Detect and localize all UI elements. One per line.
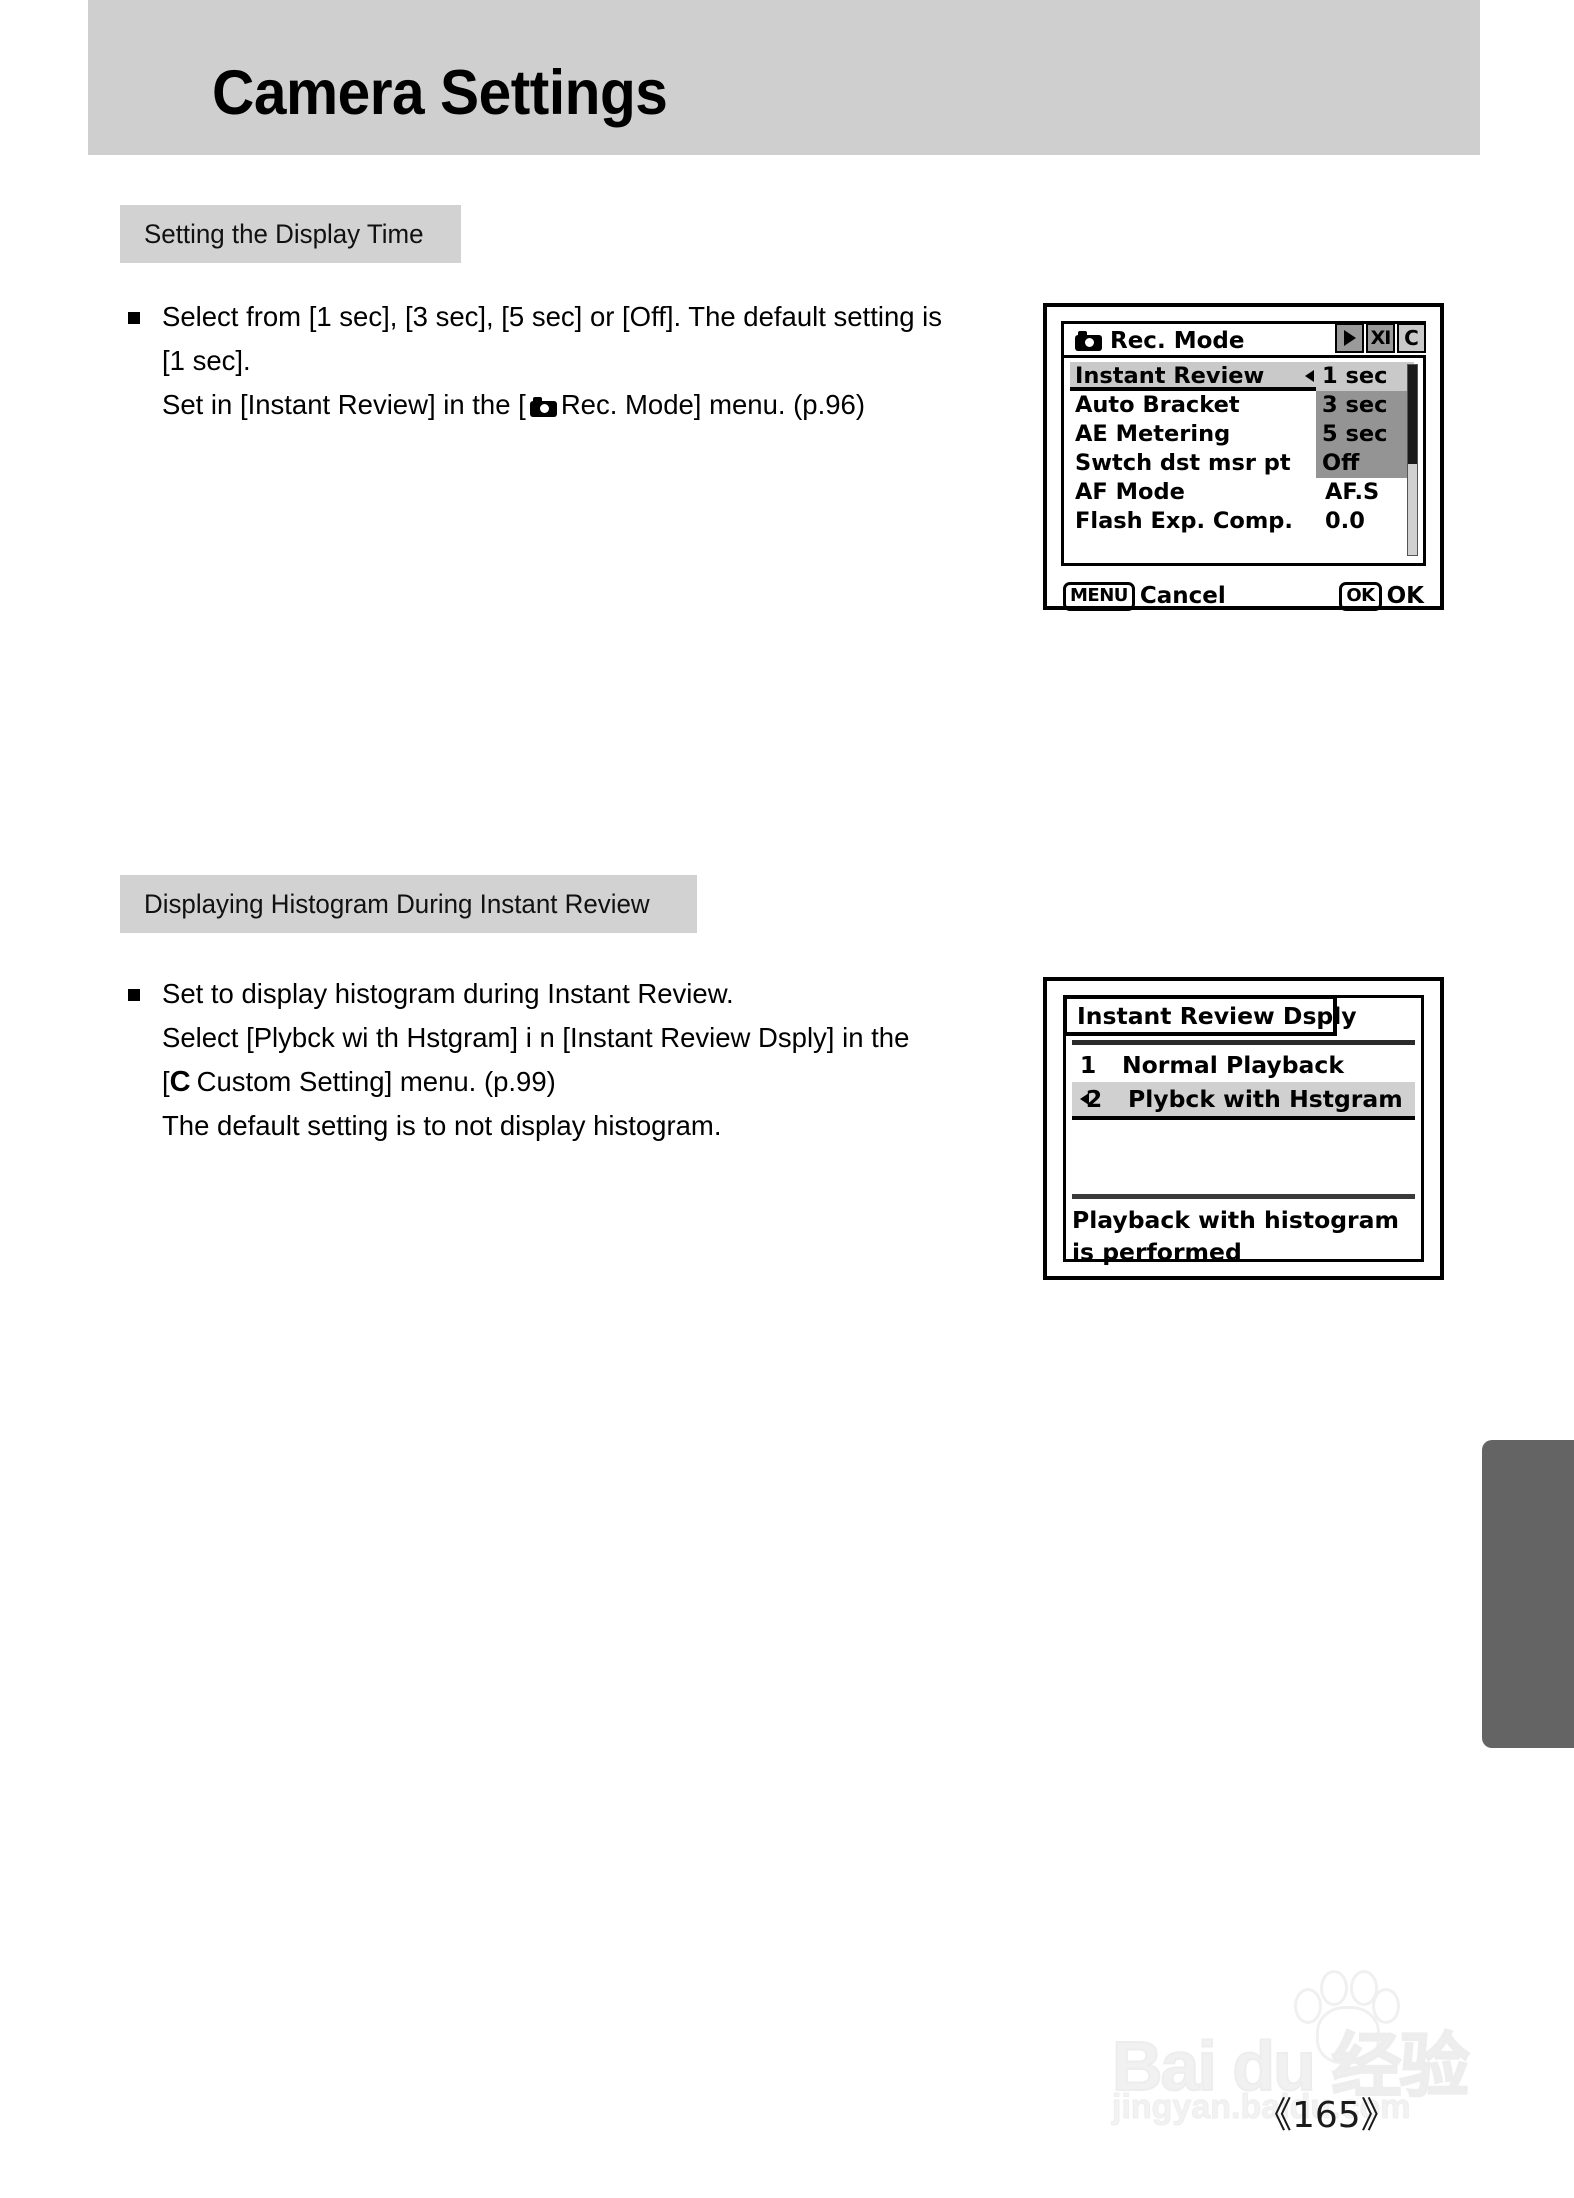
section-header-label: Displaying Histogram During Instant Revi… [144, 888, 650, 919]
selection-caret-icon [1305, 370, 1314, 382]
selection-caret-icon [1080, 1093, 1089, 1105]
lcd-menu-body: Instant Review Auto Bracket AE Metering … [1061, 358, 1426, 566]
lcd-footer: MENU Cancel OK OK [1061, 566, 1426, 618]
menu-value-flash-exp-comp: 0.0 [1325, 508, 1365, 534]
setup-tools-icon[interactable]: XI [1366, 323, 1395, 353]
dropdown-option-1sec[interactable]: 1 sec [1305, 362, 1414, 391]
menu-item-ae-metering[interactable]: AE Metering [1070, 420, 1320, 449]
ok-label: OK [1386, 583, 1424, 609]
body-line-wrap: [1 sec]. [126, 339, 966, 383]
camera-icon [529, 397, 557, 417]
menu-item-auto-bracket[interactable]: Auto Bracket [1070, 391, 1320, 420]
bullet-item: Set to display histogram during Instant … [126, 972, 966, 1016]
ok-key-badge: OK [1339, 581, 1382, 611]
ok-button[interactable]: OK OK [1339, 581, 1424, 611]
cancel-label: Cancel [1139, 583, 1226, 609]
page-title: Camera Settings [212, 58, 668, 128]
body-line-wrap: Select [Plybck wi th Hstgram] i n [Insta… [126, 1016, 966, 1060]
lcd-title-label: Instant Review Dsply [1077, 1001, 1357, 1030]
divider-top [1072, 1040, 1415, 1045]
instant-review-dropdown[interactable]: 1 sec 3 sec 5 sec Off [1305, 362, 1414, 478]
custom-c-icon: C [169, 1066, 191, 1098]
lcd-inner: Instant Review Dsply 1 Normal Playback 2… [1063, 995, 1424, 1266]
lcd-description: Playback with histogram is performed [1072, 1204, 1415, 1268]
lcd-tab-icons: XI C [1335, 323, 1426, 353]
body-line: The default setting is to not display hi… [162, 1110, 722, 1141]
menu-scrollbar[interactable] [1407, 364, 1418, 556]
body-line: Set to display histogram during Instant … [162, 978, 734, 1009]
lcd-option-list: 1 Normal Playback 2 Plybck with Hstgram [1066, 1048, 1421, 1120]
lcd-inner: Rec. Mode XI C Instant Review Auto Brack… [1061, 321, 1426, 611]
body-line-wrap: The default setting is to not display hi… [126, 1104, 966, 1148]
bullet-square-icon [128, 312, 140, 324]
body-line: Set in [Instant Review] in the [ [162, 389, 526, 420]
section-header-display-time: Setting the Display Time [120, 205, 462, 263]
section-body-display-time: Select from [1 sec], [3 sec], [5 sec] or… [126, 295, 966, 427]
option-number: 1 [1079, 1051, 1097, 1079]
lcd-menu-list: Instant Review Auto Bracket AE Metering … [1070, 362, 1322, 536]
section-header-histogram: Displaying Histogram During Instant Revi… [120, 875, 697, 933]
dropdown-option-3sec[interactable]: 3 sec [1316, 391, 1414, 420]
menu-item-flash-exp-comp[interactable]: Flash Exp. Comp. [1070, 507, 1320, 536]
option-number: 2 [1085, 1085, 1103, 1113]
paw-print-icon [1290, 1970, 1400, 2064]
playback-icon[interactable] [1335, 323, 1364, 353]
description-line: is performed [1072, 1238, 1242, 1266]
menu-item-af-mode[interactable]: AF Mode [1070, 478, 1320, 507]
option-label: Plybck with Hstgram [1128, 1085, 1403, 1113]
menu-key-badge: MENU [1063, 581, 1135, 611]
divider-bottom [1072, 1194, 1415, 1199]
menu-value-af-mode: AF.S [1325, 479, 1380, 505]
page-title-banner: Camera Settings [88, 0, 1480, 155]
section-header-label: Setting the Display Time [144, 218, 424, 249]
lcd-screenshot-rec-mode: Rec. Mode XI C Instant Review Auto Brack… [1043, 303, 1444, 611]
body-line: Rec. Mode] menu. (p.96) [560, 389, 865, 420]
lcd-title-label: Rec. Mode [1110, 328, 1245, 354]
lcd-title: Rec. Mode [1071, 328, 1244, 354]
lcd-title-tab: Instant Review Dsply [1063, 995, 1357, 1036]
lcd-screenshot-instant-review-dsply: Instant Review Dsply 1 Normal Playback 2… [1043, 977, 1444, 1280]
bullet-square-icon [128, 989, 140, 1001]
bullet-item: Select from [1 sec], [3 sec], [5 sec] or… [126, 295, 966, 339]
page-number: 《165》 [1256, 2095, 1397, 2136]
menu-item-instant-review[interactable]: Instant Review [1070, 362, 1322, 391]
lcd-menu-values: AF.S 0.0 [1322, 478, 1418, 536]
dropdown-option-5sec[interactable]: 5 sec [1316, 420, 1414, 449]
body-line: Select from [1 sec], [3 sec], [5 sec] or… [162, 301, 943, 332]
description-line: Playback with histogram [1072, 1206, 1399, 1234]
body-line: Custom Setting] menu. (p.99) [196, 1066, 556, 1097]
body-line-wrap: Set in [Instant Review] in the [ Rec. Mod… [126, 383, 966, 427]
option-plybck-with-hstgram[interactable]: 2 Plybck with Hstgram [1072, 1082, 1415, 1120]
dropdown-option-off[interactable]: Off [1316, 449, 1414, 478]
camera-icon [1075, 331, 1102, 351]
lcd-tab-row: Rec. Mode XI C [1061, 321, 1426, 358]
custom-c-icon[interactable]: C [1397, 323, 1426, 353]
option-label: Normal Playback [1122, 1051, 1344, 1079]
option-normal-playback[interactable]: 1 Normal Playback [1066, 1048, 1421, 1082]
body-line: Select [Plybck wi th Hstgram] i n [Insta… [162, 1022, 910, 1053]
body-line-wrap: [C Custom Setting] menu. (p.99) [126, 1060, 966, 1104]
menu-item-swtch-dst-msr-pt[interactable]: Swtch dst msr pt [1070, 449, 1320, 478]
page-edge-tab [1482, 1440, 1574, 1748]
section-body-histogram: Set to display histogram during Instant … [126, 972, 966, 1148]
cancel-button[interactable]: MENU Cancel [1063, 581, 1226, 611]
manual-page: Camera Settings Setting the Display Time… [0, 0, 1574, 2198]
scrollbar-thumb[interactable] [1408, 365, 1417, 464]
body-line: [1 sec]. [162, 345, 251, 376]
body-line: [ [162, 1066, 170, 1097]
